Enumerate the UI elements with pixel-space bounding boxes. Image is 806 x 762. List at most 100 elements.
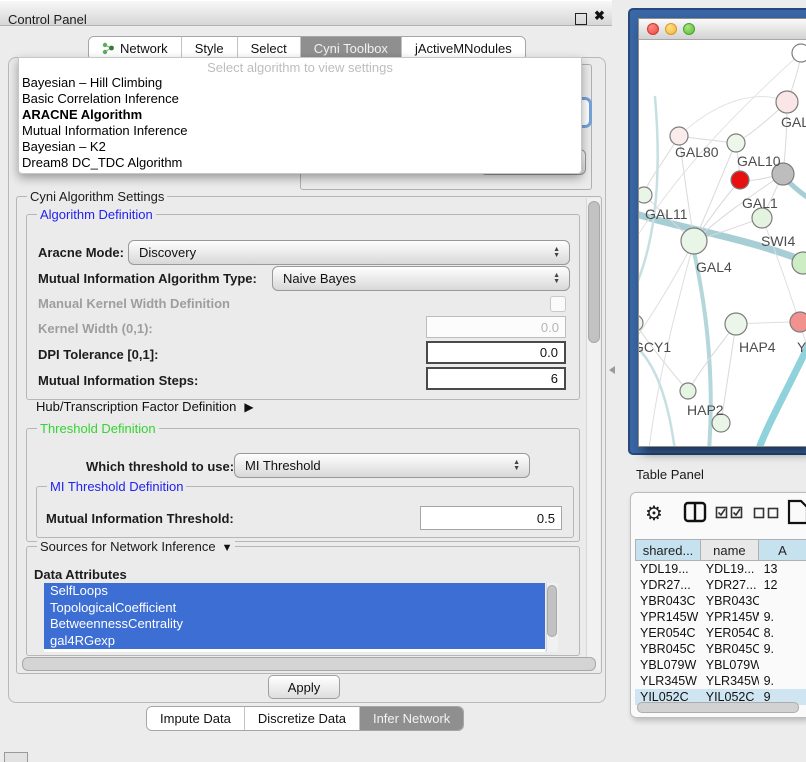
algorithm-list: Bayesian – Hill ClimbingBasic Correlatio… xyxy=(19,75,581,171)
bottom-tab-discretize-data[interactable]: Discretize Data xyxy=(244,707,359,730)
split-pane-collapse-icon[interactable] xyxy=(609,366,615,374)
table-row[interactable]: YBR045CYBR045C9. xyxy=(635,641,806,657)
node-label-hap2: HAP2 xyxy=(687,402,724,418)
network-node-gal11[interactable] xyxy=(639,187,652,203)
which-threshold-value: MI Threshold xyxy=(245,458,321,473)
attribute-item[interactable]: SelfLoops xyxy=(44,583,545,600)
hub-definition-label: Hub/Transcription Factor Definition xyxy=(36,399,236,414)
table-row[interactable]: YLR345WYLR345W9. xyxy=(635,673,806,689)
table-row[interactable]: YPR145WYPR145W9. xyxy=(635,609,806,625)
collapse-arrow-icon[interactable]: ▼ xyxy=(222,542,233,554)
mi-threshold-field[interactable]: 0.5 xyxy=(420,506,562,530)
mi-steps-label: Mutual Information Steps: xyxy=(38,373,198,388)
kernel-width-field[interactable]: 0.0 xyxy=(426,316,566,338)
dpi-tolerance-field[interactable]: 0.0 xyxy=(426,341,566,364)
bottom-tab-impute-data[interactable]: Impute Data xyxy=(147,707,244,730)
manual-kernel-checkbox[interactable] xyxy=(550,296,566,312)
algorithm-option[interactable]: Basic Correlation Inference xyxy=(19,91,581,107)
network-node-gal80[interactable] xyxy=(670,127,688,145)
data-attributes-label: Data Attributes xyxy=(34,567,127,582)
expand-arrow-icon[interactable]: ▶ xyxy=(244,400,253,414)
network-node-salmon-node[interactable] xyxy=(790,312,806,332)
network-node-swi4[interactable] xyxy=(752,208,772,228)
mi-type-label: Mutual Information Algorithm Type: xyxy=(38,271,257,286)
attribute-item[interactable]: BetweennessCentrality xyxy=(44,616,545,633)
unchecked-columns-icon[interactable] xyxy=(753,507,781,519)
checked-columns-icon[interactable] xyxy=(715,506,745,519)
network-node-hap2[interactable] xyxy=(680,383,696,399)
column-header-name[interactable]: name xyxy=(701,539,759,561)
hub-definition-toggle[interactable]: Hub/Transcription Factor Definition ▶ xyxy=(36,399,254,414)
network-canvas[interactable]: GALGAL80GAL10GAL1GAL11SWI4GAL4GCY1HAP4YH… xyxy=(639,39,806,446)
node-table[interactable]: shared...nameA YDL19...YDL19...13YDR27..… xyxy=(635,539,806,705)
table-hscrollbar-track[interactable] xyxy=(635,701,801,712)
algorithm-option[interactable]: ARACNE Algorithm xyxy=(19,107,581,123)
algorithm-option[interactable]: Bayesian – Hill Climbing xyxy=(19,75,581,91)
docked-panel-chip[interactable] xyxy=(4,752,28,762)
node-label-gal11: GAL11 xyxy=(645,206,688,222)
table-cell: YDR27... xyxy=(701,577,759,593)
combo-arrows-icon: ▲▼ xyxy=(553,247,560,259)
apply-button[interactable]: Apply xyxy=(268,675,340,699)
document-icon[interactable] xyxy=(787,499,806,525)
table-cell: YBL079W xyxy=(701,657,759,673)
tab-label: Impute Data xyxy=(160,711,231,726)
table-row[interactable]: YBR043CYBR043C xyxy=(635,593,806,609)
network-node-gal7[interactable] xyxy=(776,91,798,113)
dpi-tolerance-label: DPI Tolerance [0,1]: xyxy=(38,347,158,362)
table-cell: YBL079W xyxy=(635,657,701,673)
float-window-icon[interactable] xyxy=(575,13,587,25)
network-node-hap4[interactable] xyxy=(725,313,747,335)
which-threshold-select[interactable]: MI Threshold ▲▼ xyxy=(234,453,530,478)
attribute-item[interactable]: gal4RGexp xyxy=(44,633,545,650)
control-panel-title: Control Panel xyxy=(8,12,87,27)
aracne-mode-select[interactable]: Discovery ▲▼ xyxy=(128,240,570,265)
split-view-icon[interactable] xyxy=(683,501,707,523)
sources-title-text: Sources for Network Inference xyxy=(40,539,216,554)
network-icon xyxy=(102,42,115,55)
sources-group-title[interactable]: Sources for Network Inference ▼ xyxy=(37,539,235,554)
network-node-gal4[interactable] xyxy=(681,228,707,254)
table-hscrollbar-thumb[interactable] xyxy=(637,702,799,713)
table-cell: 8. xyxy=(759,625,806,641)
network-node-gal10[interactable] xyxy=(727,134,745,152)
table-cell: YDR27... xyxy=(635,577,701,593)
mi-type-select[interactable]: Naive Bayes ▲▼ xyxy=(272,266,570,291)
bottom-tab-infer-network[interactable]: Infer Network xyxy=(359,707,463,730)
table-cell: YBR043C xyxy=(635,593,701,609)
column-header-a[interactable]: A xyxy=(759,539,806,561)
zoom-traffic-light-icon[interactable] xyxy=(683,23,695,35)
close-icon[interactable]: ✖ xyxy=(594,8,605,24)
algorithm-option[interactable]: Mutual Information Inference xyxy=(19,123,581,139)
algorithm-option[interactable]: Bayesian – K2 xyxy=(19,139,581,155)
data-attributes-list[interactable]: SelfLoopsTopologicalCoefficientBetweenne… xyxy=(44,583,545,652)
settings-hscrollbar-thumb[interactable] xyxy=(22,657,596,671)
network-edge[interactable] xyxy=(639,339,675,446)
kernel-width-label: Kernel Width (0,1): xyxy=(38,321,153,336)
table-panel-window: ⚙ shared...nameA YDL19...YDL19...13YDR27… xyxy=(630,492,806,718)
table-row[interactable]: YBL079WYBL079W xyxy=(635,657,806,673)
table-cell: YDL19... xyxy=(635,561,701,577)
network-node-gal1-red[interactable] xyxy=(731,171,749,189)
column-header-shared-[interactable]: shared... xyxy=(635,539,701,561)
table-row[interactable]: YDL19...YDL19...13 xyxy=(635,561,806,577)
network-node-top-outline[interactable] xyxy=(792,44,806,62)
network-edge[interactable] xyxy=(639,241,694,349)
gear-icon[interactable]: ⚙ xyxy=(645,501,663,526)
attribute-item[interactable]: TopologicalCoefficient xyxy=(44,600,545,617)
table-cell xyxy=(759,657,806,673)
application-window: Control Panel ✖ NetworkStyleSelectCyni T… xyxy=(0,0,806,762)
network-window-titlebar xyxy=(639,19,806,40)
mi-steps-field[interactable]: 6 xyxy=(426,367,566,390)
control-panel-titlebar xyxy=(0,0,612,26)
network-graph: GALGAL80GAL10GAL1GAL11SWI4GAL4GCY1HAP4YH… xyxy=(639,39,806,446)
minimize-traffic-light-icon[interactable] xyxy=(665,23,677,35)
table-row[interactable]: YDR27...YDR27...12 xyxy=(635,577,806,593)
settings-scrollbar-thumb[interactable] xyxy=(588,201,600,343)
table-row[interactable]: YER054CYER054C8. xyxy=(635,625,806,641)
tab-label: Infer Network xyxy=(373,711,450,726)
close-traffic-light-icon[interactable] xyxy=(647,23,659,35)
algorithm-option[interactable]: Dream8 DC_TDC Algorithm xyxy=(19,155,581,171)
node-label-salmon-node: Y xyxy=(797,339,806,355)
attributes-scrollbar-thumb[interactable] xyxy=(547,585,557,637)
